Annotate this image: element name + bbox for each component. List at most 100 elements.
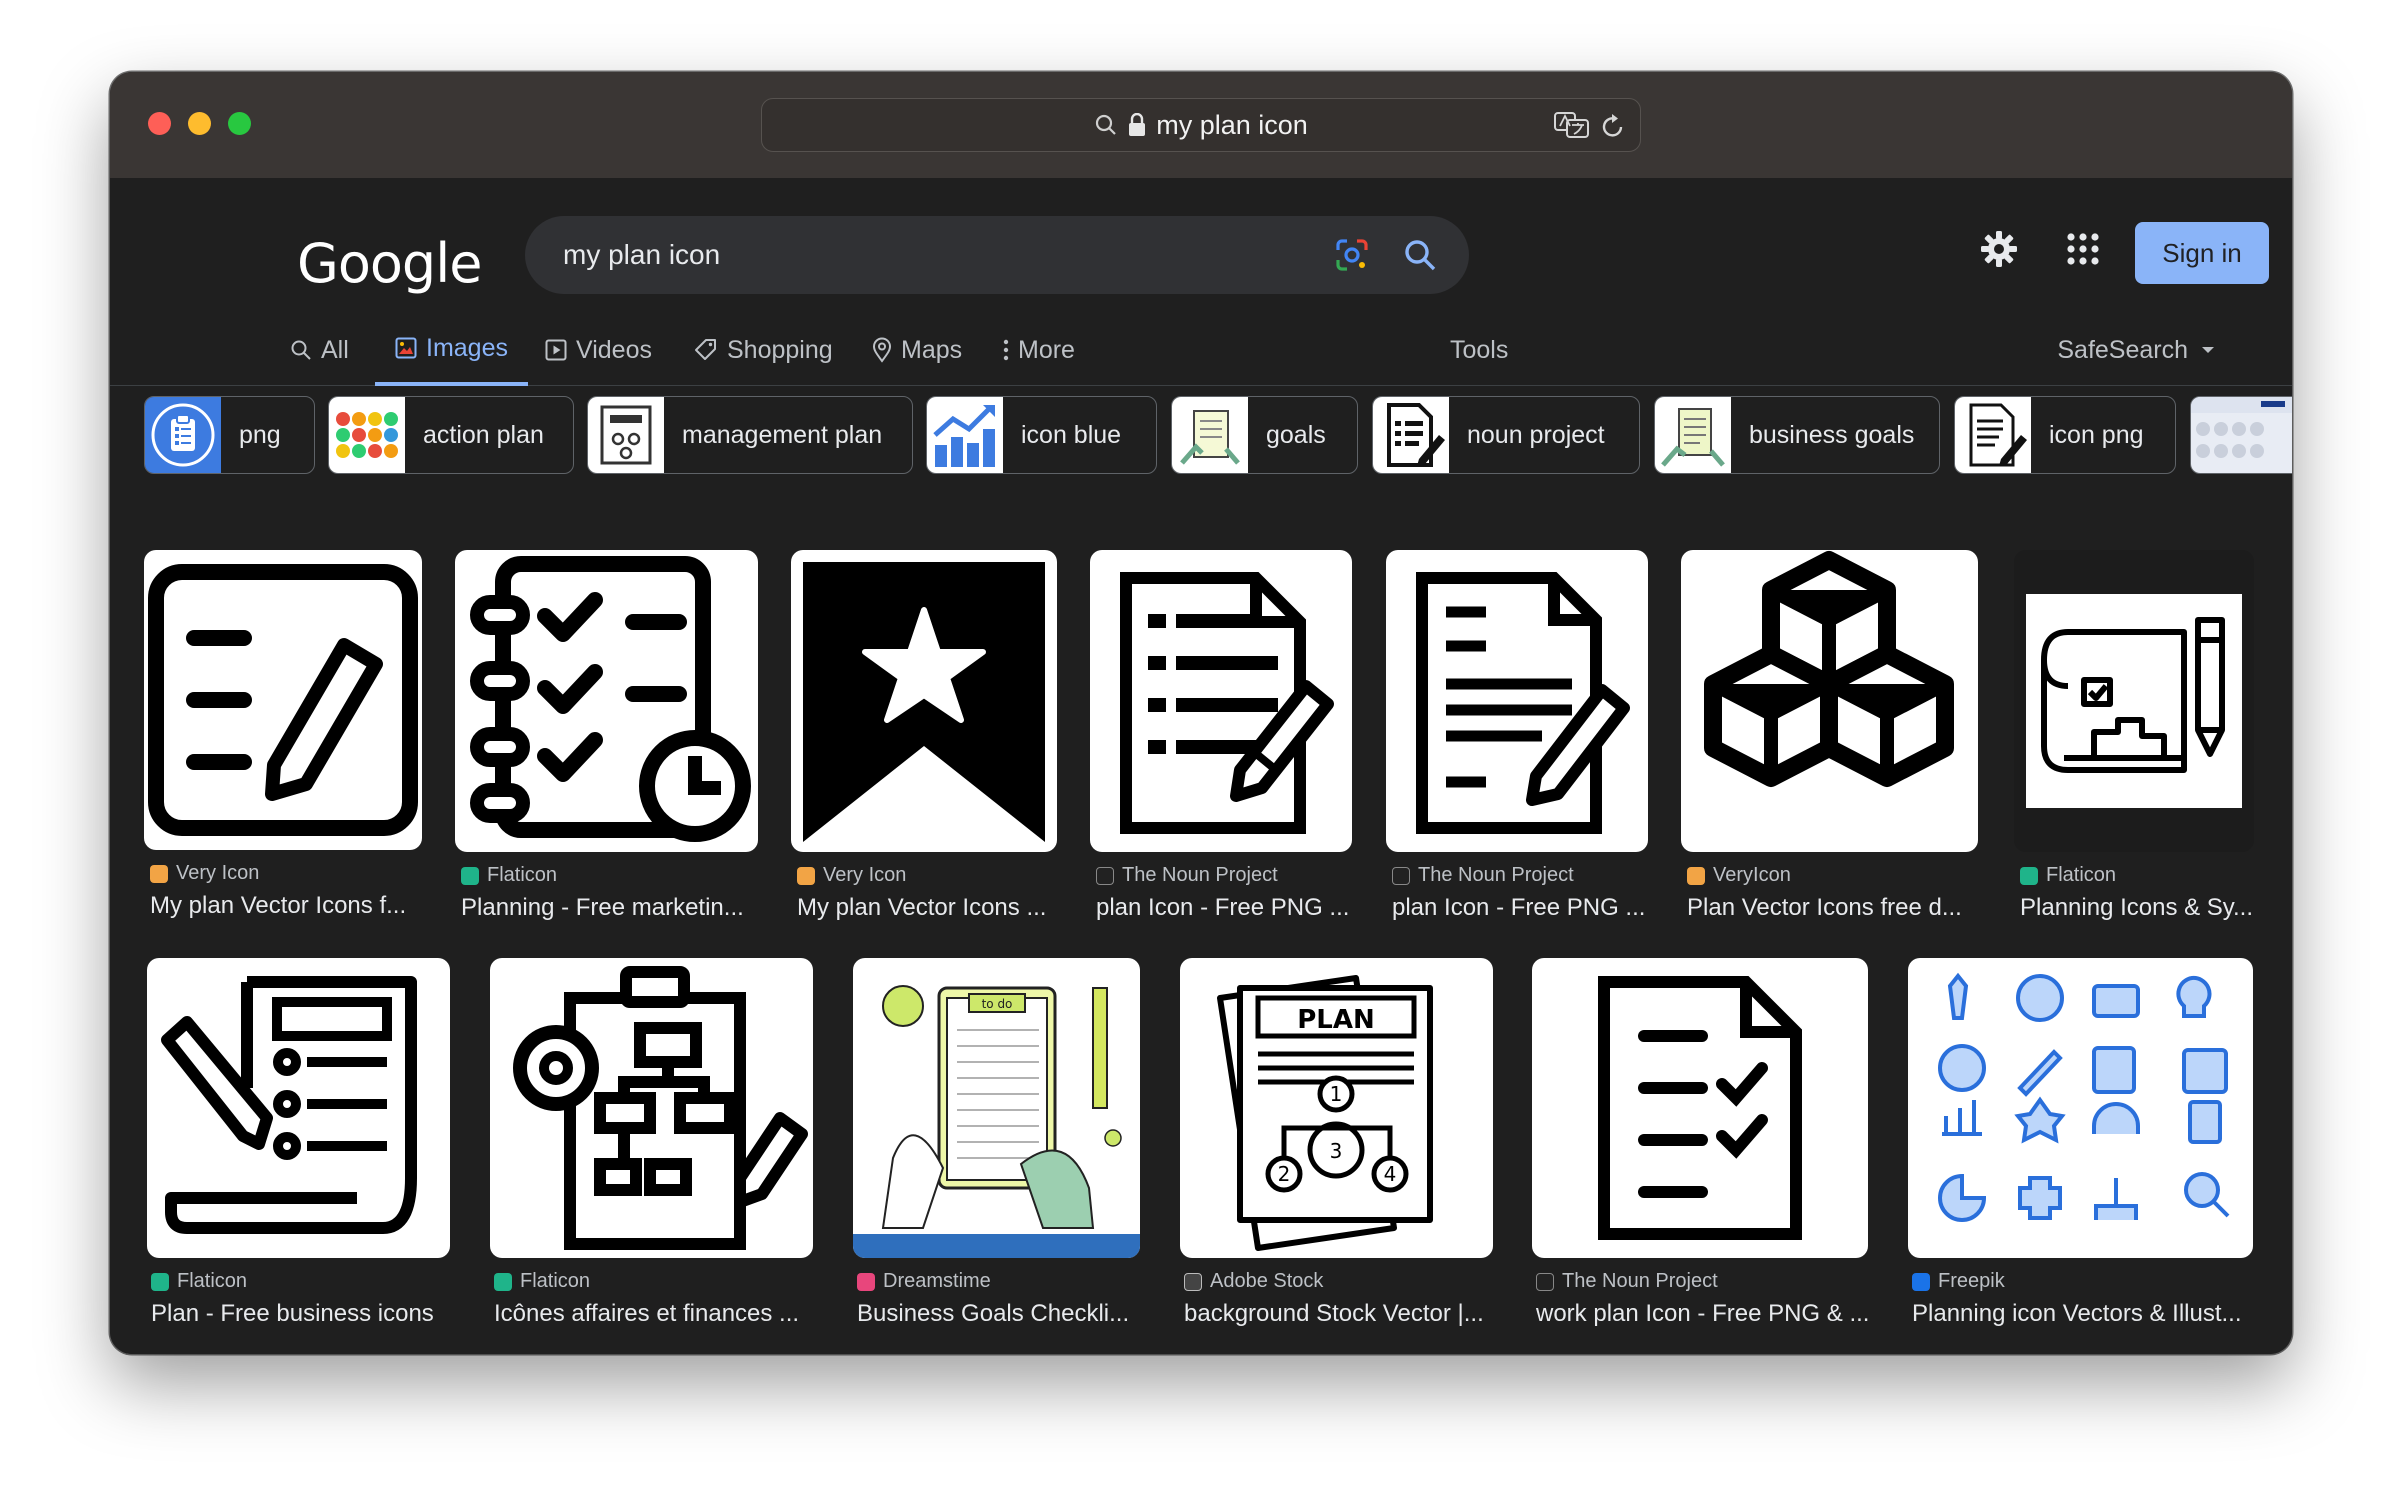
search-tabs: All Images Videos Shopping Maps More Too…: [110, 314, 2292, 386]
tab-videos[interactable]: Videos: [545, 314, 652, 386]
tab-maps-label: Maps: [901, 335, 963, 364]
chip-more-partial[interactable]: [2190, 396, 2292, 474]
result-title[interactable]: Plan - Free business icons: [151, 1300, 451, 1328]
chip-noun-project[interactable]: noun project: [1372, 396, 1640, 474]
result-source: Freepik: [1912, 1270, 2005, 1293]
lock-icon: [1129, 113, 1146, 136]
svg-text:3: 3: [1330, 1139, 1343, 1163]
veryicon-favicon-icon: [1687, 866, 1705, 885]
more-vertical-icon: [1003, 339, 1009, 361]
result-thumbnail[interactable]: [490, 958, 813, 1258]
tab-more[interactable]: More: [1003, 314, 1075, 386]
result-thumbnail[interactable]: PLAN 1 3 2 4: [1180, 958, 1493, 1258]
tab-shopping[interactable]: Shopping: [694, 314, 833, 386]
veryicon-favicon-icon: [150, 864, 168, 883]
result-title[interactable]: Icônes affaires et finances ...: [494, 1300, 814, 1328]
plan-text: PLAN: [1297, 1005, 1375, 1035]
address-bar[interactable]: my plan icon: [761, 98, 1641, 152]
result-title[interactable]: Plan Vector Icons free d...: [1687, 894, 1978, 922]
result-thumbnail[interactable]: [1681, 550, 1978, 852]
result-title[interactable]: My plan Vector Icons ...: [797, 894, 1057, 922]
search-input[interactable]: [563, 239, 1263, 271]
sign-in-button[interactable]: Sign in: [2135, 222, 2269, 284]
chip-thumbnail: [1373, 397, 1449, 473]
google-logo[interactable]: Google: [297, 232, 482, 295]
settings-gear-icon[interactable]: [1980, 230, 2018, 268]
chip-thumbnail: [2191, 397, 2292, 473]
video-play-icon: [545, 339, 567, 361]
translate-icon[interactable]: [1554, 111, 1590, 139]
chip-png[interactable]: png: [144, 396, 315, 474]
chip-thumbnail: [1655, 397, 1731, 473]
result-title[interactable]: Planning Icons & Sy...: [2020, 894, 2254, 922]
result-thumbnail[interactable]: [455, 550, 758, 852]
chip-action-plan[interactable]: action plan: [328, 396, 574, 474]
result-thumbnail[interactable]: [1090, 550, 1352, 852]
chip-thumbnail: [145, 397, 221, 473]
chip-icon-png[interactable]: icon png: [1954, 396, 2176, 474]
plan-document-diagram-icon: PLAN 1 3 2 4: [1217, 975, 1433, 1251]
chip-thumbnail: [329, 397, 405, 473]
bookmark-star-icon: [803, 562, 1045, 842]
tab-maps[interactable]: Maps: [872, 314, 962, 386]
close-window-button[interactable]: [148, 112, 171, 135]
result-source: Very Icon: [797, 864, 906, 887]
result-title[interactable]: Planning icon Vectors & Illust...: [1912, 1300, 2252, 1328]
chip-label: management plan: [682, 420, 883, 449]
flaticon-favicon-icon: [2020, 866, 2038, 885]
minimize-window-button[interactable]: [188, 112, 211, 135]
result-source: Dreamstime: [857, 1270, 991, 1293]
result-thumbnail[interactable]: [791, 550, 1057, 852]
document-pencil-icon: [1387, 403, 1445, 467]
chip-goals[interactable]: goals: [1171, 396, 1358, 474]
search-bar[interactable]: [525, 216, 1469, 294]
result-thumbnail[interactable]: [147, 958, 450, 1258]
result-thumbnail[interactable]: [1532, 958, 1868, 1258]
chip-icon-blue[interactable]: icon blue: [926, 396, 1157, 474]
plan-grid-icon: [2191, 397, 2292, 458]
title-bar: my plan icon: [110, 72, 2292, 178]
tools-button[interactable]: Tools: [1450, 314, 1508, 386]
stacked-cubes-icon: [1704, 551, 1954, 787]
scroll-checklist-pencil-icon: [161, 976, 417, 1234]
blueprint-plan-icon: [2026, 594, 2242, 808]
result-title[interactable]: Planning - Free marketin...: [461, 894, 758, 922]
safesearch-dropdown[interactable]: SafeSearch: [2057, 314, 2216, 386]
chip-label: icon png: [2049, 420, 2144, 449]
chip-management-plan[interactable]: management plan: [587, 396, 913, 474]
result-thumbnail[interactable]: [2014, 550, 2254, 852]
result-source: Flaticon: [2020, 864, 2116, 887]
reload-icon[interactable]: [1600, 112, 1626, 140]
result-thumbnail[interactable]: to do: [853, 958, 1140, 1258]
tab-images[interactable]: Images: [375, 314, 528, 386]
tab-all[interactable]: All: [290, 314, 349, 386]
result-title[interactable]: Business Goals Checkli...: [857, 1300, 1140, 1328]
adobestock-favicon-icon: [1184, 1272, 1202, 1291]
result-title[interactable]: work plan Icon - Free PNG & ...: [1536, 1300, 1868, 1328]
result-thumbnail[interactable]: [1908, 958, 2253, 1258]
tab-images-label: Images: [426, 333, 508, 362]
tab-all-label: All: [321, 335, 349, 364]
chip-thumbnail: [927, 397, 1003, 473]
google-lens-icon[interactable]: [1335, 238, 1369, 272]
chip-label: action plan: [423, 420, 544, 449]
search-icon[interactable]: [1403, 238, 1437, 272]
chip-label: goals: [1266, 420, 1326, 449]
google-apps-icon[interactable]: [2066, 232, 2100, 266]
result-thumbnail[interactable]: [1386, 550, 1648, 852]
result-title[interactable]: background Stock Vector |...: [1184, 1300, 1493, 1328]
result-thumbnail[interactable]: [144, 550, 422, 850]
veryicon-favicon-icon: [797, 866, 815, 885]
result-title[interactable]: My plan Vector Icons f...: [150, 892, 422, 920]
chip-business-goals[interactable]: business goals: [1654, 396, 1940, 474]
result-source: VeryIcon: [1687, 864, 1791, 887]
result-title[interactable]: plan Icon - Free PNG ...: [1096, 894, 1352, 922]
result-source: The Noun Project: [1536, 1270, 1718, 1293]
plan-document-icon: [600, 405, 652, 465]
edit-document-icon: [148, 564, 418, 836]
safesearch-label: SafeSearch: [2057, 335, 2188, 364]
tag-icon: [695, 339, 716, 360]
zoom-window-button[interactable]: [228, 112, 251, 135]
chip-label: icon blue: [1021, 420, 1122, 449]
result-title[interactable]: plan Icon - Free PNG ...: [1392, 894, 1648, 922]
